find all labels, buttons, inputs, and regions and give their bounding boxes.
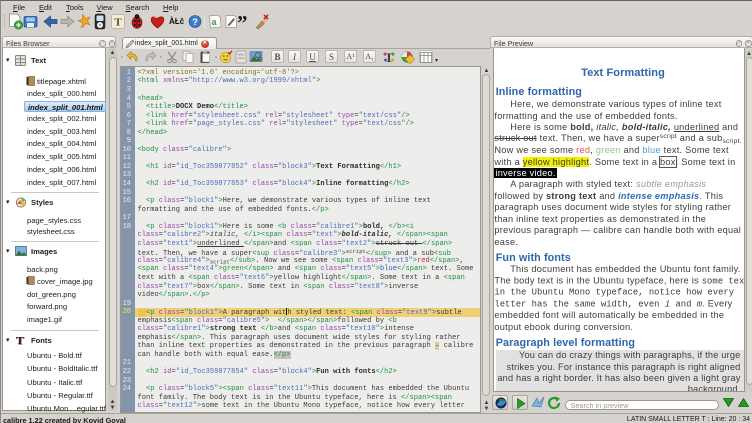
svg-text:T: T (114, 17, 122, 29)
svg-text:?: ? (192, 17, 198, 28)
svg-text:T: T (385, 50, 394, 64)
svg-text:T: T (16, 335, 24, 346)
